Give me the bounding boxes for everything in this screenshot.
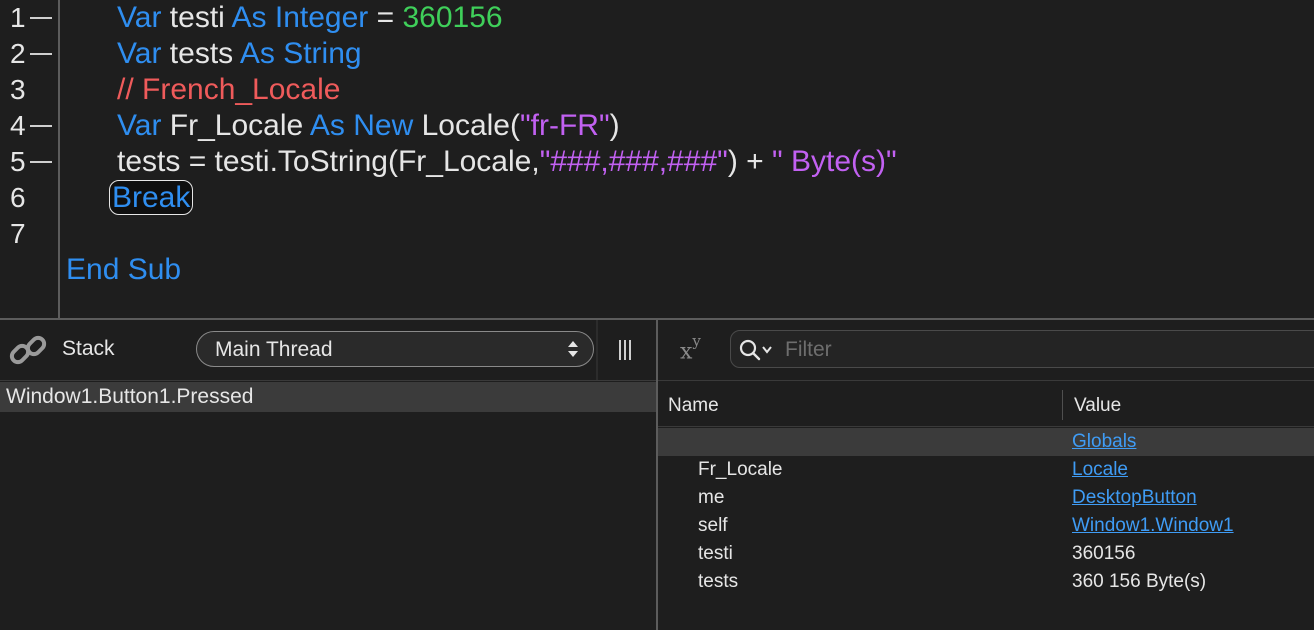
line-number[interactable]: 6 — [10, 180, 26, 216]
filter-input[interactable] — [783, 335, 1287, 365]
variable-value: 360 156 Byte(s) — [1072, 571, 1207, 592]
variable-name: me — [698, 487, 725, 508]
thread-select-value: Main Thread — [215, 338, 333, 361]
breakpoint-marker[interactable] — [30, 53, 52, 55]
variable-row-globals[interactable]: Globals — [658, 428, 1314, 456]
current-break-line: Break — [109, 180, 194, 215]
column-header-name[interactable]: Name — [668, 395, 719, 417]
xy-variable-icon[interactable]: xy — [680, 332, 701, 364]
variables-toolbar: xy — [658, 320, 1314, 381]
variables-pane: xy Name Value Globals Fr_Locale Locale m… — [658, 320, 1314, 630]
link-chain-icon[interactable] — [8, 332, 48, 368]
variable-name: tests — [698, 571, 739, 592]
variable-row[interactable]: tests 360 156 Byte(s) — [658, 568, 1314, 596]
stack-pane: Stack Main Thread Window1.Button1.Presse… — [0, 320, 656, 630]
variable-value-link[interactable]: Globals — [1072, 431, 1136, 453]
search-icon[interactable] — [739, 339, 779, 361]
variable-row[interactable]: Fr_Locale Locale — [658, 456, 1314, 484]
breakpoint-marker[interactable] — [30, 161, 52, 163]
code-line-1[interactable]: Var testi As Integer = 360156 — [117, 0, 503, 36]
variable-value-link[interactable]: Window1.Window1 — [1072, 515, 1234, 537]
stack-toolbar: Stack Main Thread — [0, 320, 656, 381]
code-line-2[interactable]: Var tests As String — [117, 36, 362, 72]
variables-table-header: Name Value — [658, 384, 1314, 427]
code-line-4[interactable]: Var Fr_Locale As New Locale("fr-FR") — [117, 108, 620, 144]
code-line-5[interactable]: tests = testi.ToString(Fr_Locale,"###,##… — [117, 144, 897, 180]
column-header-value[interactable]: Value — [1074, 395, 1121, 417]
code-editor[interactable]: 1 2 3 4 5 6 7 Var testi As Integer = 360… — [0, 0, 1314, 318]
variable-value-link[interactable]: DesktopButton — [1072, 487, 1197, 509]
breakpoint-marker[interactable] — [30, 17, 52, 19]
stack-frame-label: Window1.Button1.Pressed — [6, 385, 254, 408]
variable-value-link[interactable]: Locale — [1072, 459, 1128, 481]
line-number[interactable]: 7 — [10, 216, 26, 252]
stack-frame-row[interactable]: Window1.Button1.Pressed — [0, 382, 656, 412]
variable-row[interactable]: testi 360156 — [658, 540, 1314, 568]
line-number[interactable]: 2 — [10, 36, 52, 72]
column-divider[interactable] — [1062, 390, 1063, 420]
line-number[interactable]: 3 — [10, 72, 26, 108]
code-line-end-sub[interactable]: End Sub — [66, 252, 181, 288]
line-number[interactable]: 5 — [10, 144, 52, 180]
variable-row[interactable]: self Window1.Window1 — [658, 512, 1314, 540]
filter-field[interactable] — [730, 330, 1314, 368]
variable-name: testi — [698, 543, 733, 564]
code-line-3[interactable]: // French_Locale — [117, 72, 340, 108]
variable-name: Fr_Locale — [698, 459, 783, 480]
select-arrows-icon — [568, 341, 578, 357]
stack-label: Stack — [62, 337, 115, 360]
variable-row[interactable]: me DesktopButton — [658, 484, 1314, 512]
toolbar-divider — [596, 320, 598, 380]
variable-value: 360156 — [1072, 543, 1136, 564]
line-number[interactable]: 4 — [10, 108, 52, 144]
thread-select[interactable]: Main Thread — [196, 331, 594, 367]
line-number[interactable]: 1 — [10, 0, 52, 36]
column-toggle-icon[interactable] — [618, 340, 634, 360]
code-line-6[interactable]: Break — [109, 180, 194, 216]
variable-name: self — [698, 515, 728, 536]
breakpoint-marker[interactable] — [30, 125, 52, 127]
line-number-gutter[interactable]: 1 2 3 4 5 6 7 — [0, 0, 60, 318]
